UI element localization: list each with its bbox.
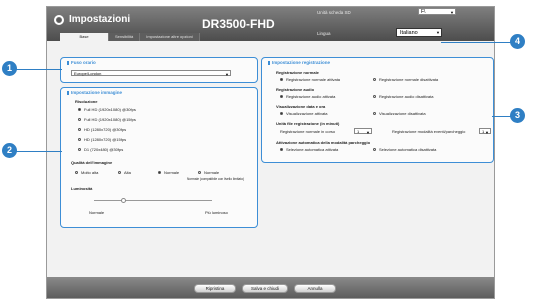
quality-label: Qualità dell'immagine <box>71 160 113 165</box>
callout-line <box>492 116 512 117</box>
chevron-down-icon: ▼ <box>436 30 440 35</box>
save-close-button[interactable]: Salva e chiudi <box>242 284 288 293</box>
datetime-on: Visualizzazione attivata <box>286 111 328 116</box>
event-select[interactable]: 1 ▼ <box>479 128 491 135</box>
normal-record-off: Registrazione normale disattivata <box>379 77 439 82</box>
video-title: Impostazione immagine <box>67 90 122 95</box>
language-label: Lingua <box>317 31 331 36</box>
sd-slot-select[interactable]: F\ ▼ <box>418 8 456 15</box>
brightness-slider-handle[interactable] <box>121 198 126 203</box>
window-title: Impostazioni <box>69 14 131 25</box>
quality-radio[interactable] <box>118 171 121 174</box>
resolution-option: Full HD (1920x1080) @15fps <box>84 117 136 122</box>
timezone-value: Europe/London <box>74 71 102 76</box>
event-value: 1 <box>482 129 485 134</box>
brightness-min-label: Normale <box>89 210 105 215</box>
audio-off-radio[interactable] <box>373 95 376 98</box>
record-title: Impostazione registrazione <box>268 60 330 65</box>
resolution-radio[interactable] <box>78 138 81 141</box>
resolution-option: HD (1280x720) @30fps <box>84 127 127 132</box>
normal-record-label: Registrazione normale <box>276 70 319 75</box>
language-select[interactable]: Italiano ▼ <box>396 28 442 37</box>
chevron-down-icon: ▼ <box>225 72 229 77</box>
parking-on: Selezione automatica attivata <box>286 147 339 152</box>
tab-other-options[interactable]: Impostazione altre opzioni <box>140 33 200 41</box>
quality-radio[interactable] <box>158 171 161 174</box>
gear-icon <box>54 15 64 25</box>
event-label: Registrazione modalità eventi/parcheggio <box>392 129 466 134</box>
reset-button[interactable]: Ripristina <box>194 284 236 293</box>
resolution-option: D1 (720x480) @30fps <box>84 147 124 152</box>
tab-sensitivity[interactable]: Sensibilità <box>109 33 141 41</box>
resolution-option: Full HD (1920x1080) @30fps <box>84 107 136 112</box>
sd-slot-label: Unità scheda SD <box>317 10 351 15</box>
tab-bar: Base Sensibilità Impostazione altre opzi… <box>60 33 200 41</box>
parking-off-radio[interactable] <box>373 148 376 151</box>
resolution-radio[interactable] <box>78 108 81 111</box>
callout-4: 4 <box>510 34 525 49</box>
parking-label: Attivazione automatica della modalità pa… <box>276 140 371 145</box>
callout-2: 2 <box>2 143 17 158</box>
parking-on-radio[interactable] <box>280 148 283 151</box>
timezone-panel: Fuso orario Europe/London ▼ <box>60 57 258 83</box>
model-name: DR3500-FHD <box>202 17 275 31</box>
continuous-label: Registrazione normale in corso <box>280 129 336 134</box>
resolution-radio[interactable] <box>78 128 81 131</box>
chevron-down-icon: ▼ <box>366 130 370 135</box>
resolution-option: HD (1280x720) @15fps <box>84 137 127 142</box>
resolution-label: Risoluzione <box>75 99 98 104</box>
quality-radio[interactable] <box>198 171 201 174</box>
normal-record-off-radio[interactable] <box>373 78 376 81</box>
settings-window: Impostazioni DR3500-FHD Unità scheda SD … <box>46 6 495 299</box>
quality-option: Alta <box>124 170 131 175</box>
parking-off: Selezione automatica disattivata <box>379 147 437 152</box>
quality-radio[interactable] <box>75 171 78 174</box>
datetime-off: Visualizzazione disattivata <box>379 111 426 116</box>
sd-slot-value: F\ <box>421 9 426 15</box>
resolution-radio[interactable] <box>78 118 81 121</box>
chevron-down-icon: ▼ <box>485 130 489 135</box>
normal-record-on-radio[interactable] <box>280 78 283 81</box>
datetime-label: Visualizzazione data e ora <box>276 104 326 109</box>
audio-on: Registrazione audio attivata <box>286 94 336 99</box>
brightness-track[interactable] <box>94 200 212 201</box>
file-unit-label: Unità file registrazione (in minuti) <box>276 121 340 126</box>
normal-record-on: Registrazione normale attivata <box>286 77 341 82</box>
video-panel: Impostazione immagine Risoluzione Full H… <box>60 87 258 228</box>
callout-3: 3 <box>510 108 525 123</box>
timezone-select[interactable]: Europe/London ▼ <box>71 70 231 77</box>
tab-base[interactable]: Base <box>60 33 109 41</box>
record-panel: Impostazione registrazione Registrazione… <box>261 57 494 163</box>
callout-line <box>14 69 62 70</box>
resolution-radio[interactable] <box>78 148 81 151</box>
header-bar: Impostazioni DR3500-FHD Unità scheda SD … <box>47 7 494 41</box>
audio-record-label: Registrazione audio <box>276 87 315 92</box>
audio-off: Registrazione audio disattivata <box>379 94 434 99</box>
callout-line <box>14 151 62 152</box>
callout-line <box>441 42 513 43</box>
datetime-off-radio[interactable] <box>373 112 376 115</box>
brightness-max-label: Più luminoso <box>205 210 228 215</box>
quality-option: Normale <box>204 170 220 175</box>
audio-on-radio[interactable] <box>280 95 283 98</box>
quality-option: Molto alta <box>81 170 99 175</box>
language-value: Italiano <box>400 30 418 36</box>
callout-1: 1 <box>2 61 17 76</box>
cancel-button[interactable]: Annulla <box>294 284 336 293</box>
quality-option: Normale <box>164 170 180 175</box>
datetime-on-radio[interactable] <box>280 112 283 115</box>
timezone-title: Fuso orario <box>67 60 96 65</box>
continuous-value: 1 <box>357 129 360 134</box>
continuous-select[interactable]: 1 ▼ <box>354 128 372 135</box>
chevron-down-icon: ▼ <box>450 10 454 15</box>
brightness-label: Luminosità <box>71 186 93 191</box>
quality-note: Normale (compatibile con livello limitat… <box>187 177 245 181</box>
footer-bar: Ripristina Salva e chiudi Annulla <box>47 277 494 298</box>
